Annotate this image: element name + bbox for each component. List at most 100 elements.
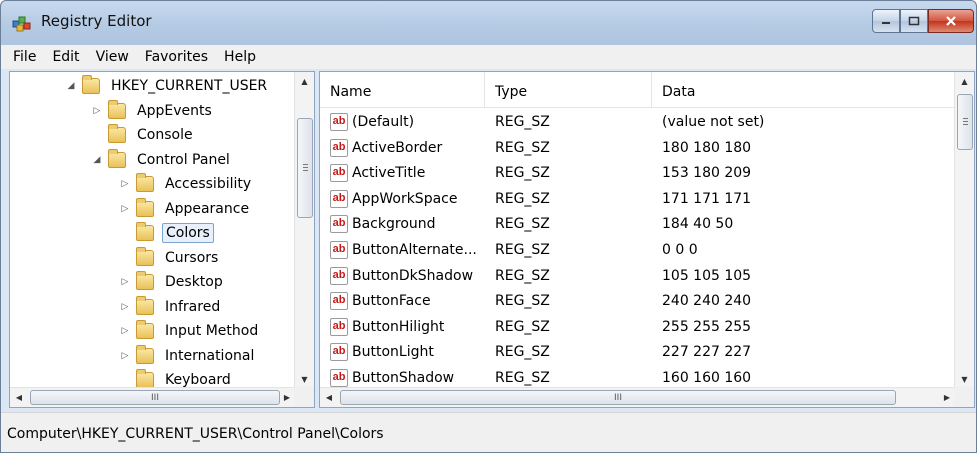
tree-vertical-scroll-thumb[interactable] [297, 118, 313, 218]
value-list-pane[interactable]: Name Type Data ab (Default) REG_SZ (value n… [319, 71, 975, 408]
tree-item[interactable]: ▷ Desktop [120, 270, 226, 294]
column-header-type[interactable]: Type [485, 72, 652, 108]
expand-arrow-icon[interactable]: ▷ [120, 326, 130, 336]
minimize-icon [882, 22, 890, 24]
scroll-up-arrow-icon[interactable]: ▲ [955, 72, 974, 90]
tree-item-label[interactable]: Appearance [162, 200, 252, 218]
tree-item[interactable]: ▷ International [120, 344, 257, 368]
collapse-arrow-icon[interactable]: ◢ [92, 155, 102, 165]
tree-item-label[interactable]: Console [134, 126, 196, 144]
value-row[interactable]: ab ButtonHilight REG_SZ 255 255 255 [320, 315, 956, 341]
value-data: 153 180 209 [662, 165, 752, 182]
expand-arrow-icon[interactable]: ▷ [120, 302, 130, 312]
tree-item[interactable]: Cursors [120, 246, 221, 270]
tree-item-label[interactable]: Accessibility [162, 175, 254, 193]
value-row[interactable]: ab ActiveTitle REG_SZ 153 180 209 [320, 161, 956, 187]
value-row[interactable]: ab ButtonShadow REG_SZ 160 160 160 [320, 366, 956, 388]
tree-item-label[interactable]: Desktop [162, 273, 226, 291]
value-name: ButtonHilight [352, 318, 445, 335]
tree-item-label[interactable]: HKEY_CURRENT_USER [108, 77, 270, 95]
tree-item-label[interactable]: AppEvents [134, 102, 215, 120]
value-type: REG_SZ [495, 139, 550, 156]
tree-item[interactable]: ◢ HKEY_CURRENT_USER [66, 74, 270, 98]
tree-item[interactable]: ▷ Input Method [120, 319, 261, 343]
tree-horizontal-scrollbar[interactable]: ◀ III ▶ [10, 387, 296, 407]
tree-item-label[interactable]: Control Panel [134, 151, 233, 169]
expand-arrow-icon[interactable]: ▷ [92, 106, 102, 116]
folder-icon [108, 124, 126, 143]
list-vertical-scroll-thumb[interactable] [957, 94, 973, 150]
value-data: 171 171 171 [662, 190, 752, 207]
maximize-icon [908, 16, 920, 26]
scroll-left-arrow-icon[interactable]: ◀ [10, 388, 28, 407]
value-name: AppWorkSpace [352, 190, 458, 207]
tree-item-label[interactable]: Colors [162, 223, 214, 243]
registry-editor-app-icon [12, 16, 31, 32]
tree-item[interactable]: ▷ Accessibility [120, 172, 254, 196]
value-name: ActiveTitle [352, 165, 426, 182]
tree-item[interactable]: Console [92, 123, 196, 147]
tree-item[interactable]: Keyboard [120, 368, 234, 388]
tree-horizontal-scroll-thumb[interactable]: III [30, 390, 280, 405]
menu-view[interactable]: View [88, 49, 137, 65]
value-row[interactable]: ab ButtonAlternate... REG_SZ 0 0 0 [320, 238, 956, 264]
expand-arrow-icon[interactable]: ▷ [120, 277, 130, 287]
tree-item-label[interactable]: Input Method [162, 322, 261, 340]
minimize-button[interactable] [872, 9, 900, 33]
value-name: ButtonFace [352, 293, 431, 310]
value-type: REG_SZ [495, 267, 550, 284]
value-name: ButtonDkShadow [352, 267, 474, 284]
tree-item-label[interactable]: Cursors [162, 249, 221, 267]
tree-item-label[interactable]: Keyboard [162, 371, 234, 388]
scroll-thumb-grip: III [614, 392, 622, 403]
column-header-name[interactable]: Name [320, 72, 485, 108]
scroll-down-arrow-icon[interactable]: ▼ [955, 370, 974, 388]
value-type: REG_SZ [495, 216, 550, 233]
tree-item[interactable]: ▷ Infrared [120, 295, 223, 319]
menu-help[interactable]: Help [216, 49, 264, 65]
scroll-down-arrow-icon[interactable]: ▼ [295, 370, 314, 388]
expand-arrow-icon[interactable]: ▷ [120, 179, 130, 189]
value-row[interactable]: ab ButtonLight REG_SZ 227 227 227 [320, 340, 956, 366]
list-vertical-scrollbar[interactable]: ▲ ▼ [954, 72, 974, 388]
value-data: 160 160 160 [662, 370, 752, 386]
status-path: Computer\HKEY_CURRENT_USER\Control Panel… [7, 426, 384, 442]
tree-vertical-scrollbar[interactable]: ▲ ▼ [294, 72, 314, 388]
tree-item[interactable]: ◢ Control Panel [92, 148, 233, 172]
string-value-icon: ab [330, 369, 348, 387]
tree-item[interactable]: ▷ Appearance [120, 197, 252, 221]
title-bar[interactable]: Registry Editor [1, 1, 976, 45]
expand-arrow-icon[interactable]: ▷ [120, 204, 130, 214]
value-row[interactable]: ab Background REG_SZ 184 40 50 [320, 212, 956, 238]
menu-favorites[interactable]: Favorites [137, 49, 216, 65]
column-header-data[interactable]: Data [652, 72, 956, 108]
tree-item[interactable]: ▷ AppEvents [92, 99, 215, 123]
folder-icon [136, 197, 154, 217]
tree-item-label[interactable]: Infrared [162, 298, 223, 316]
value-data: 0 0 0 [662, 242, 698, 258]
value-row[interactable]: ab ButtonDkShadow REG_SZ 105 105 105 [320, 264, 956, 290]
close-button[interactable] [928, 9, 974, 33]
expand-arrow-icon[interactable]: ▷ [120, 351, 130, 361]
menu-file[interactable]: File [5, 49, 44, 65]
tree-item[interactable]: Colors [120, 221, 214, 245]
value-row[interactable]: ab ButtonFace REG_SZ 240 240 240 [320, 289, 956, 315]
list-horizontal-scrollbar[interactable]: ◀ III ▶ [320, 387, 956, 407]
maximize-button[interactable] [900, 9, 928, 33]
value-type: REG_SZ [495, 165, 550, 182]
string-value-icon: ab [330, 164, 348, 183]
scrollbar-corner [294, 387, 314, 407]
list-horizontal-scroll-thumb[interactable]: III [340, 390, 896, 405]
scroll-up-arrow-icon[interactable]: ▲ [295, 72, 314, 90]
key-tree-pane[interactable]: ◢ HKEY_CURRENT_USER ▷ AppEvents Console ◢ Cont… [9, 71, 315, 408]
value-name: ActiveBorder [352, 139, 443, 156]
string-value-icon: ab [330, 292, 348, 311]
collapse-arrow-icon[interactable]: ◢ [66, 81, 76, 91]
scroll-left-arrow-icon[interactable]: ◀ [320, 388, 338, 407]
value-row[interactable]: ab ActiveBorder REG_SZ 180 180 180 [320, 136, 956, 162]
folder-icon [136, 369, 154, 388]
value-row[interactable]: ab AppWorkSpace REG_SZ 171 171 171 [320, 187, 956, 213]
tree-item-label[interactable]: International [162, 347, 257, 365]
value-row[interactable]: ab (Default) REG_SZ (value not set) [320, 110, 956, 136]
menu-edit[interactable]: Edit [44, 49, 87, 65]
